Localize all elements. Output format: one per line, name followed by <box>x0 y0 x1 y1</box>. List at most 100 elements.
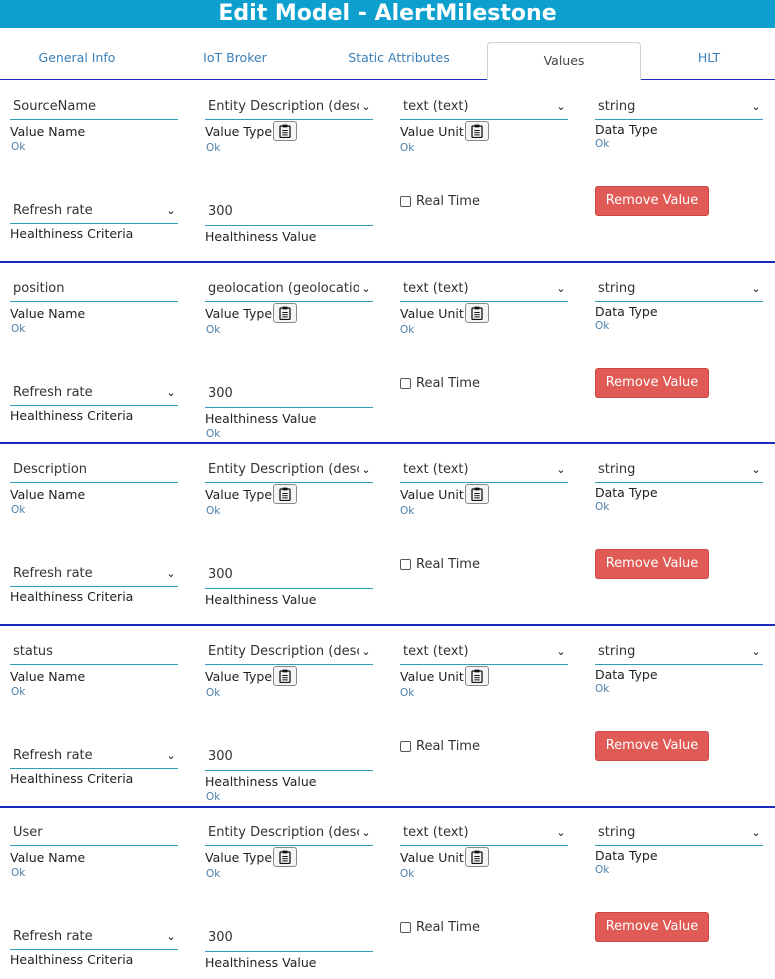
value-unit-clipboard-button[interactable] <box>465 121 489 141</box>
value-unit-select[interactable]: text (text) ⌄ <box>400 639 568 665</box>
remove-value-button[interactable]: Remove Value <box>595 186 709 216</box>
chevron-down-icon: ⌄ <box>361 281 371 295</box>
remove-value-button[interactable]: Remove Value <box>595 368 709 398</box>
value-unit-text: text (text) <box>403 99 469 114</box>
data-type-select[interactable]: string ⌄ <box>595 276 763 302</box>
value-type-clipboard-button[interactable] <box>273 847 297 867</box>
data-type-label: Data Type <box>595 667 658 682</box>
chevron-down-icon: ⌄ <box>361 644 371 658</box>
value-type-clipboard-button[interactable] <box>273 666 297 686</box>
healthiness-criteria-select[interactable]: Refresh rate ⌄ <box>10 198 178 224</box>
value-type-clipboard-button[interactable] <box>273 121 297 141</box>
chevron-down-icon: ⌄ <box>556 462 566 476</box>
value-name-input[interactable]: Description <box>10 457 178 483</box>
section-separator <box>0 806 775 808</box>
section-separator <box>0 261 775 263</box>
checkbox-box[interactable] <box>400 196 411 207</box>
value-type-text: Entity Description (desc <box>208 644 359 659</box>
checkbox-box[interactable] <box>400 559 411 570</box>
data-type-select[interactable]: string ⌄ <box>595 639 763 665</box>
value-name-input[interactable]: User <box>10 820 178 846</box>
healthiness-criteria-label: Healthiness Criteria <box>10 408 134 423</box>
tab-iot-broker[interactable]: IoT Broker <box>158 50 312 80</box>
value-unit-label: Value Unit <box>400 850 464 865</box>
real-time-checkbox[interactable]: Real Time <box>400 557 480 572</box>
value-unit-select[interactable]: text (text) ⌄ <box>400 820 568 846</box>
healthiness-criteria-text: Refresh rate <box>13 385 93 400</box>
healthiness-value-input[interactable]: 300 <box>205 561 373 589</box>
value-name-input[interactable]: SourceName <box>10 94 178 120</box>
page-title: Edit Model - AlertMilestone <box>218 1 557 26</box>
healthiness-criteria-select[interactable]: Refresh rate ⌄ <box>10 743 178 769</box>
data-type-select[interactable]: string ⌄ <box>595 820 763 846</box>
remove-value-button[interactable]: Remove Value <box>595 549 709 579</box>
value-unit-ok: Ok <box>400 687 415 699</box>
healthiness-value-input[interactable]: 300 <box>205 924 373 952</box>
value-type-ok: Ok <box>206 142 221 154</box>
data-type-label: Data Type <box>595 304 658 319</box>
real-time-label: Real Time <box>416 920 480 935</box>
value-type-text: geolocation (geolocatio <box>208 281 359 296</box>
value-type-clipboard-button[interactable] <box>273 484 297 504</box>
real-time-label: Real Time <box>416 739 480 754</box>
tab-hlt[interactable]: HLT <box>632 50 775 80</box>
tab-bar: General Info IoT Broker Static Attribute… <box>0 28 775 80</box>
healthiness-value-input[interactable]: 300 <box>205 198 373 226</box>
checkbox-box[interactable] <box>400 378 411 389</box>
value-type-ok: Ok <box>206 687 221 699</box>
healthiness-criteria-text: Refresh rate <box>13 566 93 581</box>
value-type-select[interactable]: Entity Description (desc ⌄ <box>205 639 373 665</box>
value-unit-select[interactable]: text (text) ⌄ <box>400 276 568 302</box>
clipboard-icon <box>471 669 483 683</box>
data-type-ok: Ok <box>595 138 610 150</box>
tab-general-info[interactable]: General Info <box>0 50 154 80</box>
value-unit-select[interactable]: text (text) ⌄ <box>400 94 568 120</box>
healthiness-value-input[interactable]: 300 <box>205 743 373 771</box>
value-type-clipboard-button[interactable] <box>273 303 297 323</box>
value-unit-clipboard-button[interactable] <box>465 847 489 867</box>
checkbox-box[interactable] <box>400 922 411 933</box>
value-name-input[interactable]: position <box>10 276 178 302</box>
value-name-label: Value Name <box>10 850 86 865</box>
chevron-down-icon: ⌄ <box>751 462 761 476</box>
value-name-label: Value Name <box>10 669 86 684</box>
healthiness-criteria-select[interactable]: Refresh rate ⌄ <box>10 380 178 406</box>
value-type-select[interactable]: Entity Description (desc ⌄ <box>205 820 373 846</box>
remove-value-button[interactable]: Remove Value <box>595 731 709 761</box>
real-time-label: Real Time <box>416 194 480 209</box>
real-time-checkbox[interactable]: Real Time <box>400 920 480 935</box>
value-type-select[interactable]: Entity Description (desc ⌄ <box>205 457 373 483</box>
healthiness-value-label: Healthiness Value <box>205 411 317 426</box>
healthiness-criteria-select[interactable]: Refresh rate ⌄ <box>10 561 178 587</box>
value-name-text: Description <box>13 462 88 477</box>
tab-values[interactable]: Values <box>487 42 641 80</box>
tab-static-attributes[interactable]: Static Attributes <box>322 50 476 80</box>
clipboard-icon <box>471 487 483 501</box>
remove-value-button[interactable]: Remove Value <box>595 912 709 942</box>
chevron-down-icon: ⌄ <box>361 825 371 839</box>
value-name-label: Value Name <box>10 124 86 139</box>
chevron-down-icon: ⌄ <box>751 644 761 658</box>
value-type-select[interactable]: geolocation (geolocatio ⌄ <box>205 276 373 302</box>
value-type-select[interactable]: Entity Description (desc ⌄ <box>205 94 373 120</box>
real-time-checkbox[interactable]: Real Time <box>400 376 480 391</box>
data-type-select[interactable]: string ⌄ <box>595 457 763 483</box>
value-unit-clipboard-button[interactable] <box>465 303 489 323</box>
healthiness-criteria-select[interactable]: Refresh rate ⌄ <box>10 924 178 950</box>
checkbox-box[interactable] <box>400 741 411 752</box>
healthiness-value-input[interactable]: 300 <box>205 380 373 408</box>
chevron-down-icon: ⌄ <box>166 929 176 943</box>
value-unit-clipboard-button[interactable] <box>465 484 489 504</box>
clipboard-icon <box>279 487 291 501</box>
page-header: Edit Model - AlertMilestone <box>0 0 775 28</box>
value-name-input[interactable]: status <box>10 639 178 665</box>
value-name-ok: Ok <box>11 504 26 516</box>
value-unit-clipboard-button[interactable] <box>465 666 489 686</box>
value-type-text: Entity Description (desc <box>208 825 359 840</box>
data-type-select[interactable]: string ⌄ <box>595 94 763 120</box>
value-unit-select[interactable]: text (text) ⌄ <box>400 457 568 483</box>
data-type-ok: Ok <box>595 683 610 695</box>
real-time-checkbox[interactable]: Real Time <box>400 739 480 754</box>
real-time-checkbox[interactable]: Real Time <box>400 194 480 209</box>
chevron-down-icon: ⌄ <box>751 99 761 113</box>
